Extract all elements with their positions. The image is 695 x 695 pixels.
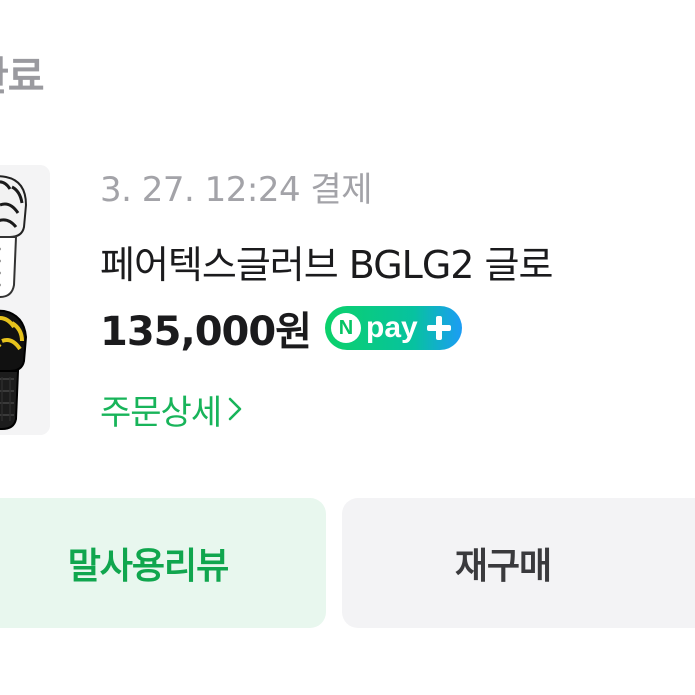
order-card: 완료 3. 27. 12:24 결제 페어텍스글러브 BGLG2 글로 135,… xyxy=(0,0,695,695)
write-review-label: 말사용리뷰 xyxy=(67,546,230,587)
product-thumbnail[interactable] xyxy=(0,165,50,435)
rebuy-label: 재구매 xyxy=(454,546,552,587)
product-price: 135,000원 xyxy=(100,309,312,355)
chevron-right-icon xyxy=(228,397,242,421)
order-date: 3. 27. 12:24 결제 xyxy=(100,170,372,210)
npay-label: pay xyxy=(366,311,418,344)
boxing-gloves-image xyxy=(0,165,50,435)
order-detail-link[interactable]: 주문상세 xyxy=(100,384,245,434)
plus-icon xyxy=(426,316,451,340)
price-row: 135,000원 N pay xyxy=(100,303,462,355)
write-review-button[interactable]: 말사용리뷰 xyxy=(0,498,326,628)
order-status-title: 완료 xyxy=(0,54,45,100)
rebuy-button[interactable]: 재구매 xyxy=(342,498,695,628)
product-name[interactable]: 페어텍스글러브 BGLG2 글로 xyxy=(100,234,553,289)
npay-plus-badge: N pay xyxy=(325,306,462,350)
order-detail-label: 주문상세 xyxy=(100,392,222,433)
npay-n-icon: N xyxy=(331,313,361,343)
